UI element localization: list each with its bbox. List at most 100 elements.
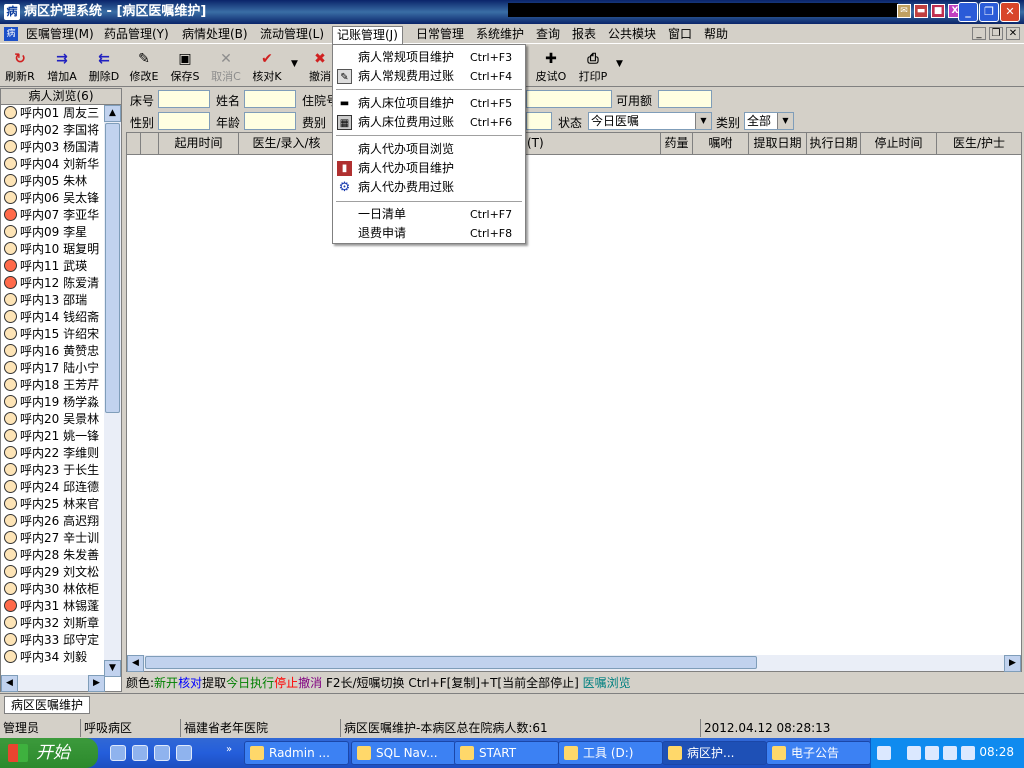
network-icon[interactable] [943, 746, 957, 760]
grid-col-stop-time[interactable]: 停止时间 [861, 133, 937, 154]
patient-row[interactable]: 呼内16 黄赞忠 [1, 343, 105, 360]
patient-row[interactable]: 呼内29 刘文松 [1, 564, 105, 581]
menu-item-daily-list[interactable]: 一日清单 Ctrl+F7 [334, 205, 524, 224]
grid-hscrollbar[interactable]: ◀ ▶ [127, 655, 1021, 672]
patient-row[interactable]: 呼内17 陆小宁 [1, 360, 105, 377]
grid-col-doctor[interactable]: 医生/录入/核 [239, 133, 335, 154]
patient-row[interactable]: 呼内28 朱发善 [1, 547, 105, 564]
patient-row[interactable]: 呼内26 高迟翔 [1, 513, 105, 530]
patient-list-scrollbar[interactable]: ▲ ▼ [104, 105, 121, 677]
patient-row[interactable]: 呼内12 陈爱清 [1, 275, 105, 292]
menu-orders[interactable]: 医嘱管理(M) [22, 26, 98, 43]
menu-report[interactable]: 报表 [568, 26, 600, 43]
tab-ward-orders[interactable]: 病区医嘱维护 [4, 696, 91, 714]
patient-row[interactable]: 呼内22 李维则 [1, 445, 105, 462]
check-button[interactable]: ✔ 核对K [249, 49, 285, 85]
patient-row[interactable]: 呼内04 刘新华 [1, 156, 105, 173]
scroll-right-button[interactable]: ▶ [88, 675, 105, 692]
patient-row[interactable]: 呼内02 李国将 [1, 122, 105, 139]
cancel-button[interactable]: ✕ 取消C [208, 49, 244, 85]
admission-input[interactable] [526, 90, 612, 108]
menu-item-bed-maintain[interactable]: ▬ 病人床位项目维护 Ctrl+F5 [334, 94, 524, 113]
mail-icon[interactable]: ✉ [897, 4, 911, 18]
menu-help[interactable]: 帮助 [700, 26, 732, 43]
patient-row[interactable]: 呼内24 邱连德 [1, 479, 105, 496]
patient-row[interactable]: 呼内06 吴太锋 [1, 190, 105, 207]
patient-row[interactable]: 呼内27 辛士训 [1, 530, 105, 547]
patient-row[interactable]: 呼内11 武瑛 [1, 258, 105, 275]
menu-item-agency-posting[interactable]: ⚙ 病人代办费用过账 [334, 178, 524, 197]
grid-col-instruction[interactable]: 嘱咐 [693, 133, 749, 154]
menu-item-routine-posting[interactable]: ✎ 病人常规费用过账 Ctrl+F4 [334, 67, 524, 86]
refresh-button[interactable]: ↻ 刷新R [2, 49, 38, 85]
age-input[interactable] [244, 112, 296, 130]
notepad-icon[interactable] [132, 745, 148, 761]
scroll-thumb[interactable] [105, 123, 120, 413]
scroll-right-button[interactable]: ▶ [1004, 655, 1021, 672]
task-e-bulletin[interactable]: 电子公告 [766, 741, 871, 765]
menu-daily[interactable]: 日常管理 [412, 26, 468, 43]
mdi-close-button[interactable]: ✕ [1006, 27, 1020, 40]
task-tools-drive[interactable]: 工具 (D:) [558, 741, 663, 765]
patient-row[interactable]: 呼内34 刘毅 [1, 649, 105, 666]
patient-row[interactable]: 呼内21 姚一锋 [1, 428, 105, 445]
menu-public[interactable]: 公共模块 [604, 26, 660, 43]
patient-row[interactable]: 呼内14 钱绍斋 [1, 309, 105, 326]
tray-expand-icon[interactable] [907, 746, 921, 760]
menu-query[interactable]: 查询 [532, 26, 564, 43]
menu-item-bed-posting[interactable]: ▦ 病人床位费用过账 Ctrl+F6 [334, 113, 524, 132]
mdi-minimize-button[interactable]: _ [972, 27, 986, 40]
bed-input[interactable] [158, 90, 210, 108]
task-ward-nursing[interactable]: 病区护... [662, 741, 767, 765]
patient-row[interactable]: 呼内15 许绍宋 [1, 326, 105, 343]
patient-row[interactable]: 呼内25 林来官 [1, 496, 105, 513]
explorer-icon[interactable] [154, 745, 170, 761]
available-input[interactable] [658, 90, 712, 108]
patient-row[interactable]: 呼内20 吴景林 [1, 411, 105, 428]
minimize-button[interactable]: _ [958, 2, 978, 22]
scroll-left-button[interactable]: ◀ [1, 675, 18, 692]
task-start-folder[interactable]: START [454, 741, 559, 765]
grid-col-dose[interactable]: 药量 [661, 133, 693, 154]
patient-row[interactable]: 呼内10 琚复明 [1, 241, 105, 258]
menu-drugs[interactable]: 药品管理(Y) [100, 26, 173, 43]
patient-row[interactable]: 呼内32 刘斯章 [1, 615, 105, 632]
start-button[interactable]: 开始 [0, 738, 98, 768]
patient-row[interactable]: 呼内18 王芳芹 [1, 377, 105, 394]
delete-button[interactable]: ⇇ 删除D [86, 49, 122, 85]
edit-button[interactable]: ✎ 修改E [126, 49, 162, 85]
scroll-down-button[interactable]: ▼ [104, 660, 121, 677]
paint-icon[interactable] [176, 745, 192, 761]
patient-row[interactable]: 呼内23 于长生 [1, 462, 105, 479]
save-button[interactable]: ▣ 保存S [167, 49, 203, 85]
menu-system[interactable]: 系统维护 [472, 26, 528, 43]
task-sql-navigator[interactable]: SQL Nav... [351, 741, 456, 765]
menu-item-agency-maintain[interactable]: ▮ 病人代办项目维护 [334, 159, 524, 178]
skin-test-button[interactable]: ✚ 皮试O [533, 49, 569, 85]
patient-row[interactable]: 呼内33 邱守定 [1, 632, 105, 649]
patient-row[interactable]: 呼内30 林依柜 [1, 581, 105, 598]
scroll-thumb[interactable] [145, 656, 757, 669]
task-radmin[interactable]: Radmin ... [244, 741, 349, 765]
menu-condition[interactable]: 病情处理(B) [178, 26, 252, 43]
patient-row[interactable]: 呼内31 林锡蓬 [1, 598, 105, 615]
display-icon[interactable] [961, 746, 975, 760]
patient-row[interactable]: 呼内19 杨学淼 [1, 394, 105, 411]
grid-col-doctor-nurse[interactable]: 医生/护士 [937, 133, 1021, 154]
scroll-left-button[interactable]: ◀ [127, 655, 144, 672]
scroll-up-button[interactable]: ▲ [104, 105, 121, 122]
grid-col-exec-date[interactable]: 执行日期 [807, 133, 861, 154]
status-select[interactable]: 今日医嘱 ▼ [588, 112, 712, 130]
check-dropdown-arrow[interactable]: ▼ [291, 59, 298, 69]
restore-button[interactable]: ❐ [979, 2, 999, 22]
fee-type-input[interactable] [526, 112, 552, 130]
patient-row[interactable]: 呼内03 杨国清 [1, 139, 105, 156]
mdi-restore-button[interactable]: ❐ [989, 27, 1003, 40]
menu-item-agency-browse[interactable]: 病人代办项目浏览 [334, 140, 524, 159]
menu-item-refund-request[interactable]: 退费申请 Ctrl+F8 [334, 224, 524, 243]
category-select[interactable]: 全部 ▼ [744, 112, 794, 130]
mail-icon[interactable] [925, 746, 939, 760]
close-button[interactable]: ✕ [1000, 2, 1020, 22]
patient-row[interactable]: 呼内09 李星 [1, 224, 105, 241]
network-icon[interactable]: ▬ [914, 4, 928, 18]
